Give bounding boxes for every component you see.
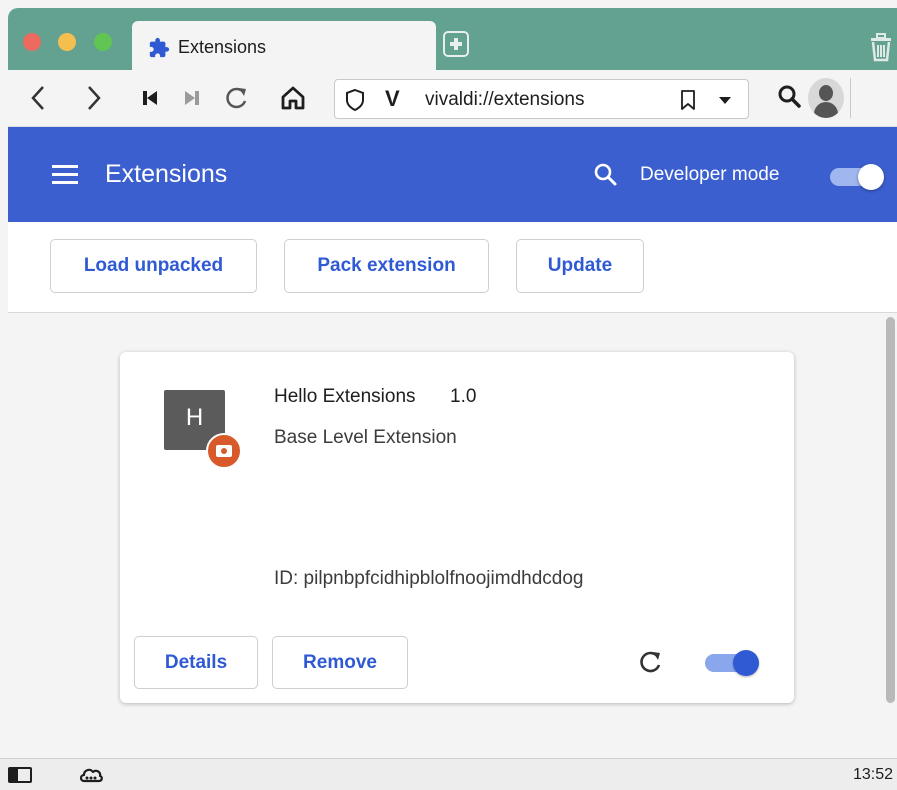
address-bar[interactable]: V vivaldi://extensions <box>334 79 749 119</box>
extension-description: Base Level Extension <box>274 427 457 448</box>
bookmark-icon[interactable] <box>680 89 696 111</box>
menu-icon[interactable] <box>52 165 78 185</box>
tab-title: Extensions <box>178 37 267 57</box>
chevron-right-icon <box>88 86 101 110</box>
sync-cloud-icon[interactable] <box>78 765 104 785</box>
toggle-knob <box>858 164 884 190</box>
fast-forward-icon <box>185 91 199 105</box>
vivaldi-logo-icon: V <box>385 86 400 111</box>
extensions-header: Extensions Developer mode <box>8 127 897 222</box>
extensions-list: H Hello Extensions 1.0 Base Level Extens… <box>8 313 897 758</box>
new-tab-button[interactable] <box>443 31 469 57</box>
fast-forward-button[interactable] <box>176 80 208 116</box>
close-window-button[interactable] <box>23 33 41 51</box>
scrollbar[interactable] <box>884 313 897 758</box>
developer-mode-label: Developer mode <box>640 164 780 185</box>
page-title: Extensions <box>105 160 228 188</box>
chevron-left-icon <box>31 86 44 110</box>
details-button[interactable]: Details <box>134 636 258 689</box>
tab-bar: Extensions <box>8 8 897 70</box>
remove-button[interactable]: Remove <box>272 636 408 689</box>
toggle-knob <box>733 650 759 676</box>
panel-toggle-icon[interactable] <box>8 767 32 783</box>
rewind-icon <box>143 91 157 105</box>
home-icon <box>281 86 305 110</box>
extension-version: 1.0 <box>450 386 477 407</box>
load-unpacked-button[interactable]: Load unpacked <box>50 239 257 293</box>
trash-icon[interactable] <box>868 32 894 62</box>
search-icon[interactable] <box>776 83 804 111</box>
puzzle-icon <box>149 37 170 58</box>
extension-enable-toggle[interactable] <box>705 649 763 677</box>
reload-button[interactable] <box>220 80 252 116</box>
tab-extensions[interactable]: Extensions <box>132 21 436 70</box>
reload-icon[interactable] <box>636 648 664 676</box>
zoom-window-button[interactable] <box>94 33 112 51</box>
minimize-window-button[interactable] <box>58 33 76 51</box>
extension-card: H Hello Extensions 1.0 Base Level Extens… <box>120 352 794 703</box>
back-button[interactable] <box>22 80 54 116</box>
unpacked-badge-icon <box>206 433 242 469</box>
status-bar: 13:52 <box>0 758 897 790</box>
scrollbar-thumb[interactable] <box>886 317 895 703</box>
forward-button[interactable] <box>78 80 110 116</box>
toolbar-divider <box>850 78 851 118</box>
search-icon[interactable] <box>593 162 619 188</box>
shield-icon[interactable] <box>345 88 365 112</box>
developer-mode-toggle[interactable] <box>830 164 886 190</box>
profile-avatar[interactable] <box>808 78 844 118</box>
extension-name: Hello Extensions <box>274 386 416 407</box>
chevron-down-icon[interactable] <box>715 90 735 110</box>
pack-extension-button[interactable]: Pack extension <box>284 239 489 293</box>
clock: 13:52 <box>852 766 893 783</box>
extension-id: ID: pilpnbpfcidhipblolfnoojimdhdcdog <box>274 568 584 589</box>
reload-icon <box>226 87 247 109</box>
url-text[interactable]: vivaldi://extensions <box>425 89 584 111</box>
update-button[interactable]: Update <box>516 239 644 293</box>
navigation-toolbar: V vivaldi://extensions <box>8 70 897 127</box>
rewind-button[interactable] <box>134 80 166 116</box>
extensions-action-bar: Load unpacked Pack extension Update <box>8 222 897 313</box>
home-button[interactable] <box>277 80 309 116</box>
